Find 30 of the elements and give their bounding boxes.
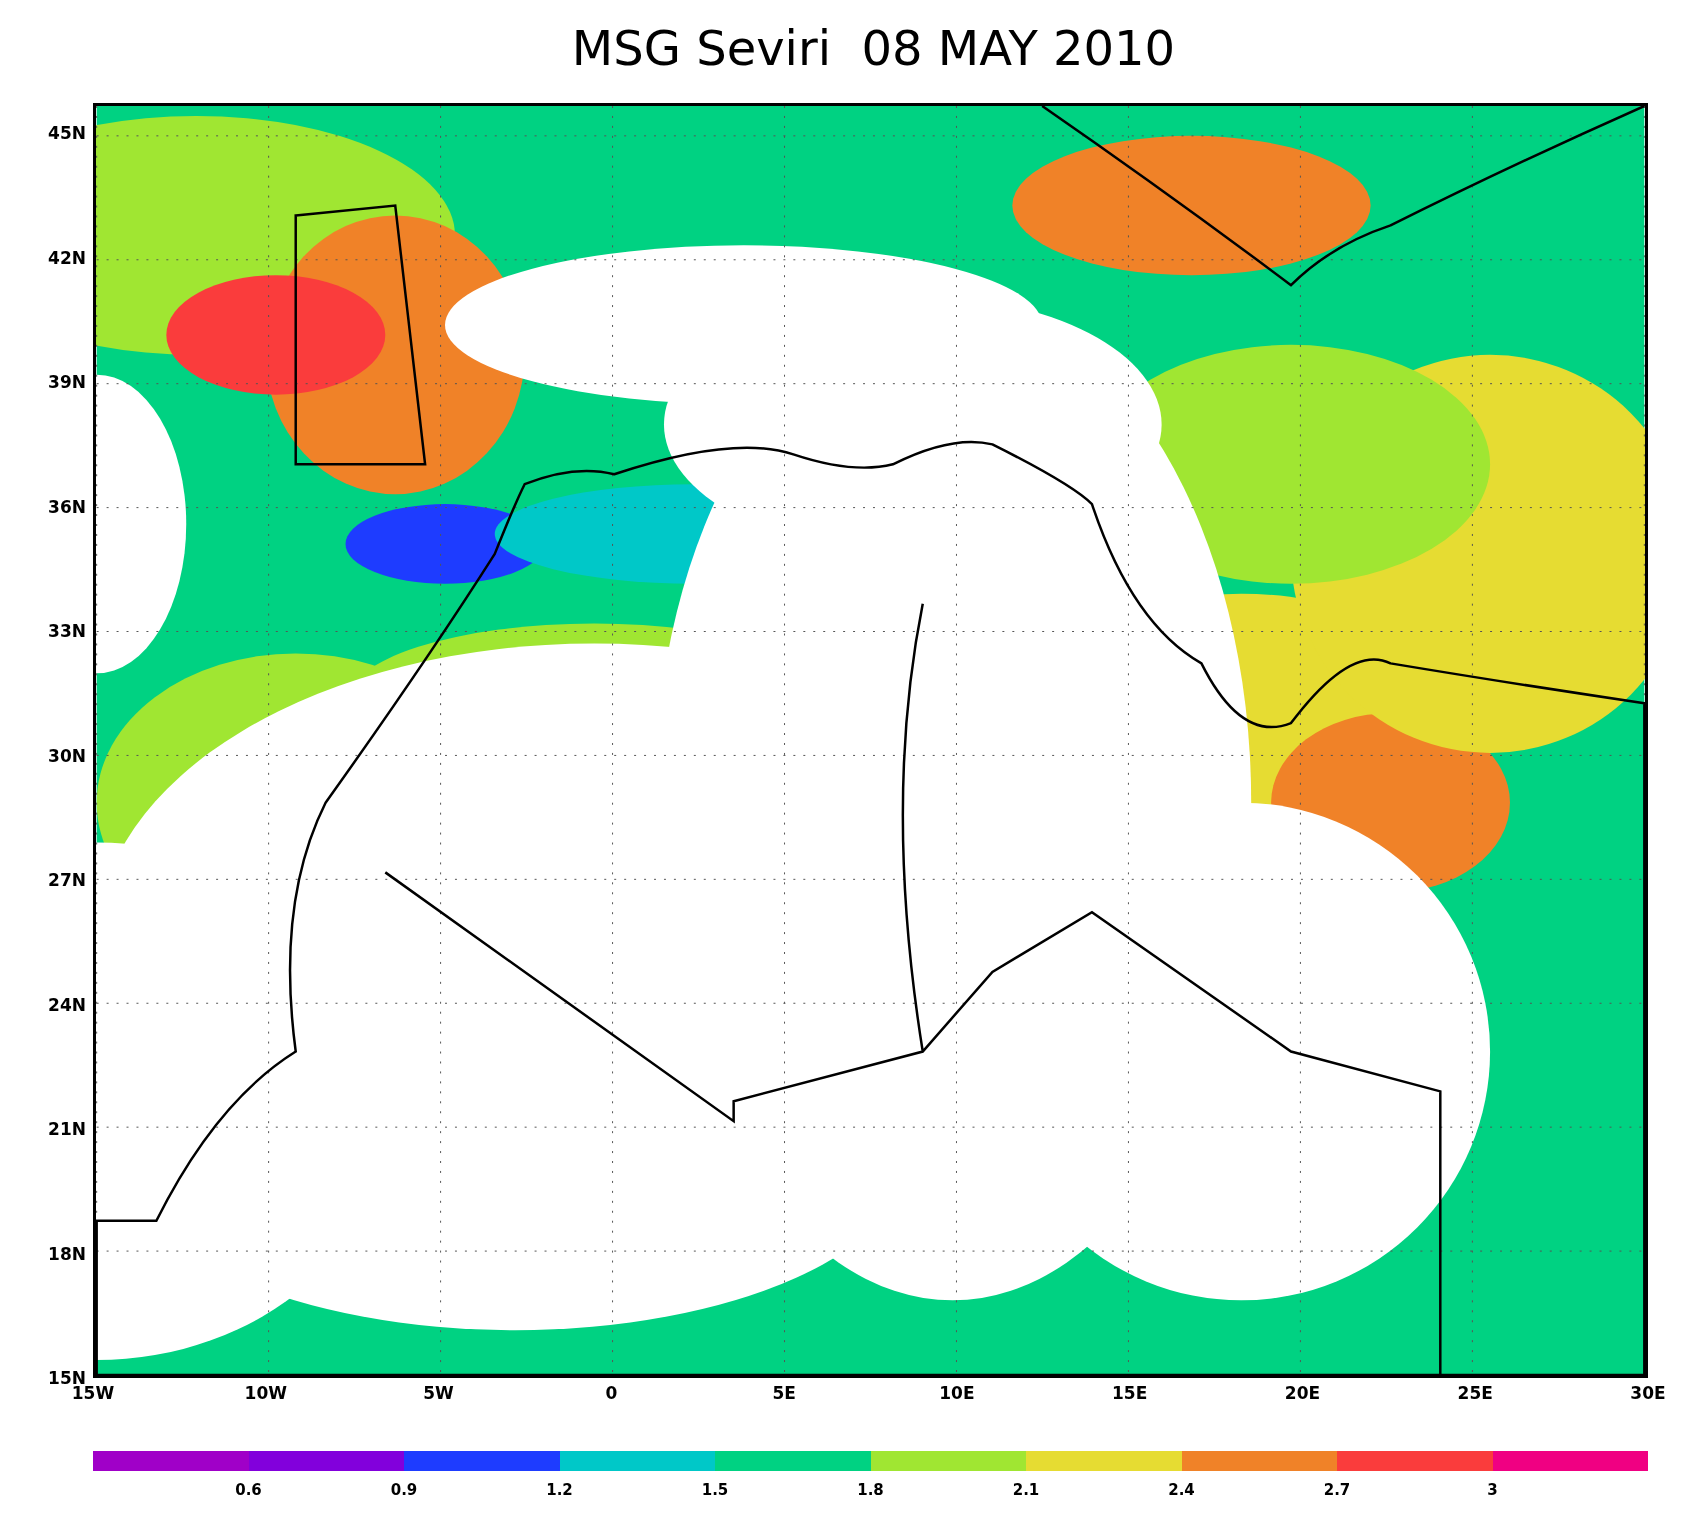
colorbar-label: 0.9: [390, 1480, 418, 1501]
colorbar-label: 2.7: [1323, 1480, 1351, 1501]
colorbar-label: 0.6: [235, 1480, 262, 1501]
chart-title: MSG Seviri 08 MAY 2010: [570, 19, 1176, 78]
latitude-label: 39N: [48, 372, 86, 392]
longitude-label: 15E: [1112, 1383, 1148, 1403]
latitude-label: 30N: [48, 745, 86, 766]
colorbar-label: 1.8: [857, 1480, 884, 1501]
longitude-label: 15W: [71, 1383, 115, 1403]
longitude-label: 20E: [1284, 1383, 1321, 1403]
longitude-label: 30E: [1630, 1383, 1666, 1403]
colorbar-label: 1.5: [701, 1480, 729, 1501]
latitude-label: 42N: [48, 247, 86, 268]
colorbar-label: 1.2: [546, 1480, 573, 1501]
latitude-label: 18N: [48, 1243, 86, 1264]
longitude-label: 5W: [423, 1383, 454, 1403]
colorbar-label: 2.4: [1168, 1480, 1195, 1501]
longitude-label: 10E: [939, 1383, 975, 1403]
latitude-label: 21N: [48, 1119, 86, 1139]
colorbar-label: 3: [1487, 1480, 1498, 1501]
latitude-label: 36N: [48, 496, 86, 517]
latitude-label: 27N: [48, 870, 86, 890]
longitude-label: 10W: [244, 1383, 287, 1403]
longitude-label: 25E: [1457, 1383, 1493, 1403]
latitude-label: 33N: [48, 621, 86, 641]
latitude-label: 45N: [48, 123, 86, 143]
latitude-label: 24N: [48, 994, 86, 1015]
longitude-label: 5E: [772, 1383, 796, 1403]
longitude-label: 0: [605, 1383, 618, 1403]
colorbar-label: 2.1: [1012, 1480, 1040, 1501]
